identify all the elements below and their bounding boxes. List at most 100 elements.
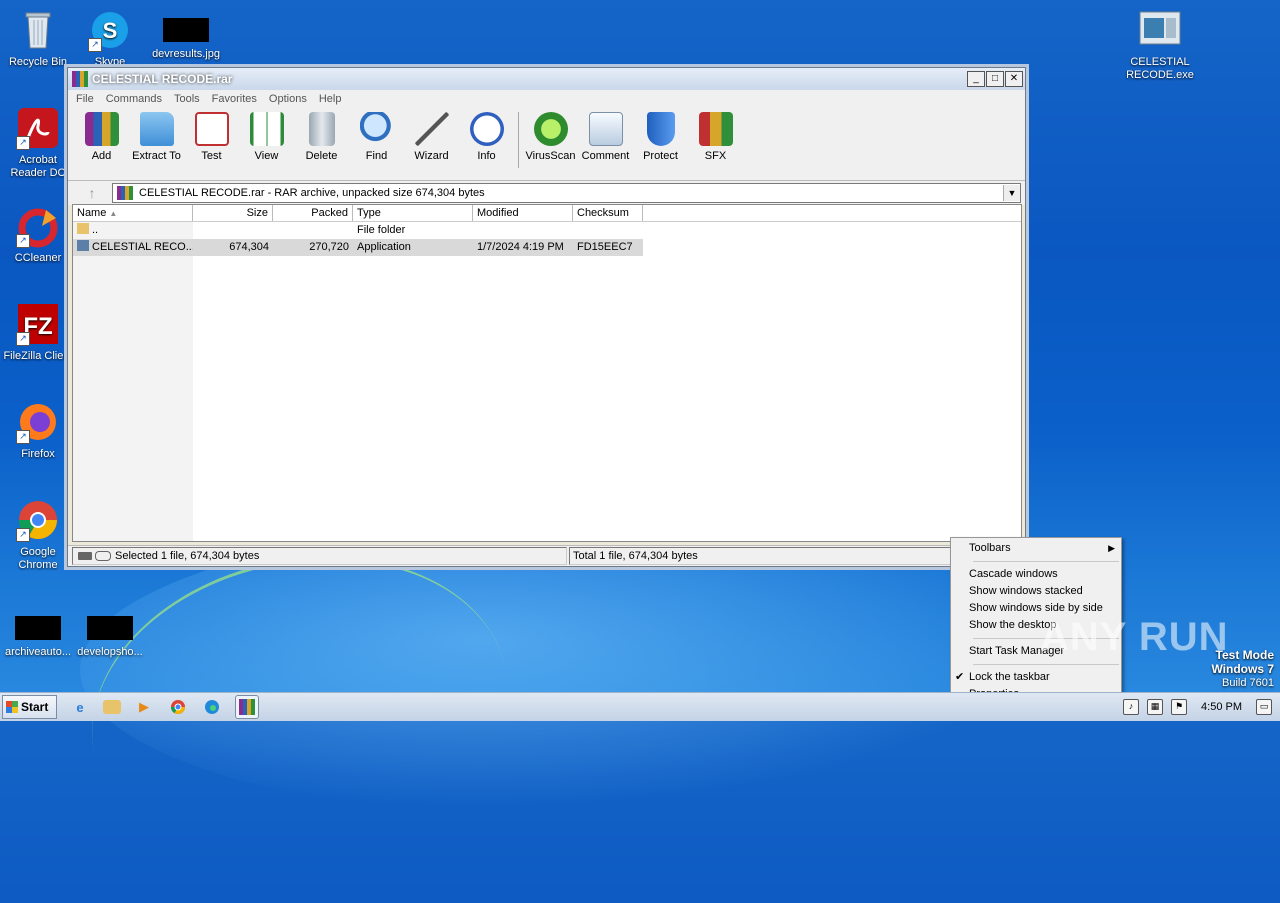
internet-explorer-icon[interactable]: e [69, 696, 91, 718]
status-bar: Selected 1 file, 674,304 bytes Total 1 f… [68, 545, 1025, 566]
menu-favorites[interactable]: Favorites [212, 93, 257, 105]
toolbar-label: Delete [305, 150, 338, 162]
column-header-row: Name ▲ Size Packed Type Modified Checksu… [73, 205, 1021, 222]
delete-button[interactable]: Delete [294, 112, 349, 162]
table-row[interactable]: .. File folder [73, 222, 1021, 239]
menu-item-lock-taskbar[interactable]: ✔ Lock the taskbar [951, 669, 1121, 686]
view-button[interactable]: View [239, 112, 294, 162]
window-titlebar[interactable]: CELESTIAL RECODE.rar _ □ ✕ [68, 68, 1025, 90]
file-list[interactable]: Name ▲ Size Packed Type Modified Checksu… [72, 204, 1022, 542]
virusscan-button[interactable]: VirusScan [523, 112, 578, 162]
desktop-icon-skype[interactable]: S ↗ Skype [72, 8, 148, 69]
key-icon [95, 551, 111, 561]
desktop-icon-label: FileZilla Client [3, 350, 73, 362]
filezilla-icon: FZ ↗ [16, 302, 60, 346]
file-explorer-icon[interactable] [103, 700, 121, 714]
info-icon [469, 112, 504, 146]
file-checksum [573, 222, 643, 239]
protect-button[interactable]: Protect [633, 112, 688, 162]
desktop-icon-devresults[interactable]: devresults.jpg [148, 8, 224, 61]
start-button[interactable]: Start [2, 695, 57, 719]
file-name: .. [92, 224, 99, 236]
sort-ascending-icon: ▲ [109, 209, 118, 218]
shield-icon [646, 112, 675, 146]
image-thumbnail-icon [163, 18, 209, 42]
extract-to-button[interactable]: Extract To [129, 112, 184, 162]
test-mode-text: Test Mode [1215, 648, 1274, 662]
menu-help[interactable]: Help [319, 93, 342, 105]
column-header-size[interactable]: Size [193, 205, 273, 221]
table-row[interactable]: CELESTIAL RECO... 674,304 270,720 Applic… [73, 239, 1021, 256]
column-header-type[interactable]: Type [353, 205, 473, 221]
clock[interactable]: 4:50 PM [1201, 701, 1242, 713]
dropdown-arrow-icon[interactable]: ▼ [1003, 185, 1020, 201]
action-center-flag-icon[interactable]: ⚑ [1171, 699, 1188, 715]
menu-item-toolbars[interactable]: Toolbars ▶ [951, 540, 1121, 557]
volume-icon[interactable]: ♪ [1123, 699, 1140, 715]
virus-scan-icon [533, 112, 568, 146]
wizard-button[interactable]: Wizard [404, 112, 459, 162]
add-button[interactable]: Add [74, 112, 129, 162]
column-header-packed[interactable]: Packed [273, 205, 353, 221]
sfx-button[interactable]: SFX [688, 112, 743, 162]
menu-tools[interactable]: Tools [174, 93, 200, 105]
menu-item-show-stacked[interactable]: Show windows stacked [951, 583, 1121, 600]
column-header-name[interactable]: Name ▲ [73, 205, 193, 221]
build-number: Build 7601 [1222, 677, 1274, 689]
desktop-icon-firefox[interactable]: ↗ Firefox [0, 400, 76, 461]
desktop-icon-developsho[interactable]: developsho... [72, 606, 148, 659]
menu-commands[interactable]: Commands [106, 93, 162, 105]
desktop-icon-label: CCleaner [14, 252, 62, 264]
file-modified [473, 222, 573, 239]
desktop-icon-ccleaner[interactable]: ↗ CCleaner [0, 204, 76, 265]
recycle-bin-icon [16, 8, 60, 52]
desktop-icon-label: developsho... [77, 646, 143, 658]
show-desktop-icon[interactable]: ▭ [1256, 699, 1272, 715]
chrome-icon[interactable] [167, 696, 189, 718]
test-button[interactable]: Test [184, 112, 239, 162]
toolbar-label: Wizard [414, 150, 449, 162]
folder-icon [139, 112, 174, 146]
toolbar-label: Test [201, 150, 222, 162]
desktop-icon-celestial-exe[interactable]: CELESTIAL RECODE.exe [1122, 8, 1198, 82]
address-bar: ↑ CELESTIAL RECODE.rar - RAR archive, un… [68, 181, 1025, 205]
desktop-icon-label: Recycle Bin [8, 56, 68, 68]
file-size: 674,304 [193, 239, 273, 256]
edge-icon[interactable] [201, 696, 223, 718]
skype-icon: S ↗ [88, 8, 132, 52]
minimize-button[interactable]: _ [967, 71, 985, 87]
info-button[interactable]: Info [459, 112, 514, 162]
desktop-icon-filezilla[interactable]: FZ ↗ FileZilla Client [0, 302, 76, 363]
menu-options[interactable]: Options [269, 93, 307, 105]
close-button[interactable]: ✕ [1005, 71, 1023, 87]
menu-item-cascade-windows[interactable]: Cascade windows [951, 566, 1121, 583]
toolbar-label: Info [477, 150, 496, 162]
toolbar-label: Comment [581, 150, 630, 162]
file-packed: 270,720 [273, 239, 353, 256]
find-button[interactable]: Find [349, 112, 404, 162]
column-header-modified[interactable]: Modified [473, 205, 573, 221]
image-thumbnail-icon [87, 616, 133, 640]
comment-button[interactable]: Comment [578, 112, 633, 162]
winrar-window[interactable]: CELESTIAL RECODE.rar _ □ ✕ File Commands… [67, 67, 1026, 567]
menu-bar: File Commands Tools Favorites Options He… [68, 90, 1025, 108]
desktop-icon-acrobat[interactable]: ↗ Acrobat Reader DC [0, 106, 76, 180]
media-player-icon[interactable]: ▶ [133, 696, 155, 718]
column-header-checksum[interactable]: Checksum [573, 205, 643, 221]
toolbar-label: Extract To [132, 150, 181, 162]
address-field[interactable]: CELESTIAL RECODE.rar - RAR archive, unpa… [112, 183, 1021, 203]
desktop-icon-chrome[interactable]: ↗ Google Chrome [0, 498, 76, 572]
desktop-icon-recycle-bin[interactable]: Recycle Bin [0, 8, 76, 69]
up-arrow-icon[interactable]: ↑ [72, 185, 112, 201]
desktop-icon-archiveauto[interactable]: archiveauto... [0, 606, 76, 659]
winrar-taskbar-icon[interactable] [235, 695, 259, 719]
application-icon [77, 240, 89, 251]
checkmark-icon: ✔ [955, 671, 965, 683]
network-icon[interactable]: ▦ [1147, 699, 1164, 715]
menu-file[interactable]: File [76, 93, 94, 105]
desktop-icon-label: CELESTIAL RECODE.exe [1126, 56, 1194, 81]
maximize-button[interactable]: □ [986, 71, 1004, 87]
sfx-archive-icon [698, 112, 733, 146]
file-checksum: FD15EEC7 [573, 239, 643, 256]
status-right-text: Total 1 file, 674,304 bytes [573, 550, 698, 562]
